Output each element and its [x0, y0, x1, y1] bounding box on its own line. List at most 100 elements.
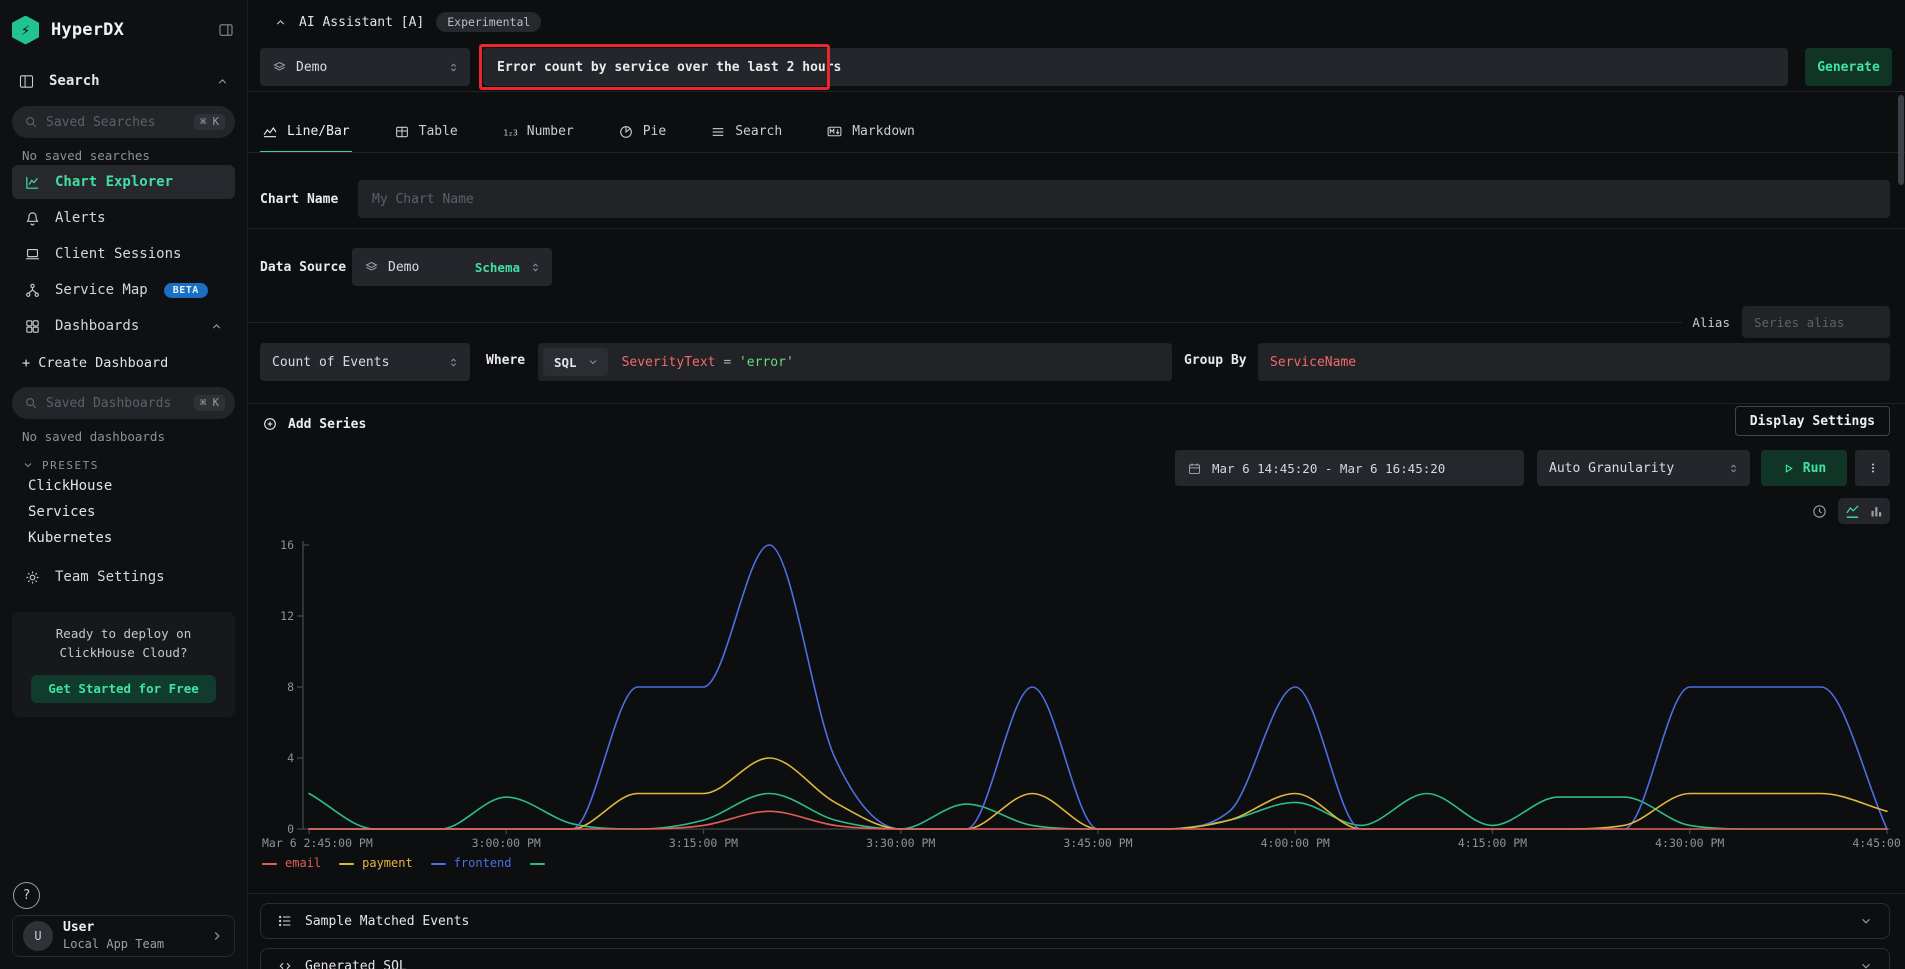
divider [248, 403, 1905, 404]
shortcut-badge: ⌘ K [194, 114, 225, 130]
svg-text:4:15:00 PM: 4:15:00 PM [1458, 836, 1527, 850]
get-started-button[interactable]: Get Started for Free [31, 675, 216, 703]
sidebar-collapse-icon[interactable] [217, 21, 235, 39]
chevron-down-icon [1859, 959, 1873, 969]
markdown-icon [826, 123, 843, 140]
main-content: AI Assistant [A] Experimental Demo Error… [248, 0, 1905, 969]
svg-text:12: 12 [280, 609, 294, 623]
hyperdx-app: ⚡ HyperDX Search ⌘ K No saved searches C… [0, 0, 1905, 969]
sidebar-item-alerts[interactable]: Alerts [12, 201, 235, 235]
legend-item-unnamed[interactable] [530, 856, 553, 870]
preset-clickhouse[interactable]: ClickHouse [28, 474, 235, 500]
tab-table[interactable]: Table [392, 112, 460, 153]
user-name: User [63, 920, 164, 936]
tab-search[interactable]: Search [708, 112, 784, 153]
svg-text:4:45:00 PM: 4:45:00 PM [1852, 836, 1905, 850]
list-icon [710, 124, 726, 140]
granularity-select[interactable]: Auto Granularity [1537, 450, 1750, 486]
line-chart-icon [262, 124, 278, 140]
sidebar-item-service-map[interactable]: Service Map BETA [12, 273, 235, 307]
sql-language-select[interactable]: SQL [543, 348, 608, 376]
run-button[interactable]: Run [1761, 450, 1847, 486]
chart-name-input[interactable] [358, 180, 1890, 218]
divider [248, 893, 1905, 894]
line-chart-toggle-icon[interactable] [1844, 502, 1861, 521]
svg-text:1₂3: 1₂3 [503, 128, 518, 137]
clickhouse-cloud-promo: Ready to deploy on ClickHouse Cloud? Get… [12, 612, 235, 717]
data-source-label: Data Source [260, 260, 352, 275]
play-icon [1782, 462, 1795, 475]
series-alias-input[interactable] [1742, 306, 1890, 338]
timeseries-chart[interactable]: 0481216Mar 6 2:45:00 PM3:00:00 PM3:15:00… [248, 530, 1905, 880]
legend-label: email [285, 856, 321, 870]
saved-dashboards-field[interactable] [46, 396, 194, 411]
list-details-icon [277, 913, 293, 929]
dots-vertical-icon [1866, 460, 1880, 476]
saved-searches-field[interactable] [46, 115, 194, 130]
tab-markdown[interactable]: Markdown [824, 112, 917, 153]
sidebar-item-client-sessions[interactable]: Client Sessions [12, 237, 235, 271]
sample-matched-events-panel[interactable]: Sample Matched Events [260, 903, 1890, 939]
svg-text:3:45:00 PM: 3:45:00 PM [1063, 836, 1132, 850]
group-by-input[interactable]: ServiceName [1258, 343, 1890, 381]
divider [248, 91, 1905, 92]
pie-chart-icon [618, 124, 634, 140]
tab-line-bar[interactable]: Line/Bar [260, 112, 352, 153]
layers-icon [364, 260, 379, 275]
number-icon: 1₂3 [502, 124, 518, 140]
create-dashboard-button[interactable]: + Create Dashboard [22, 355, 235, 377]
divider [248, 228, 1905, 229]
ai-source-select[interactable]: Demo [260, 48, 470, 86]
chevron-down-icon [1859, 914, 1873, 928]
layers-icon [272, 60, 287, 75]
line-bar-toggle[interactable] [1838, 498, 1890, 524]
saved-searches-input[interactable]: ⌘ K [12, 106, 235, 138]
help-button[interactable]: ? [13, 882, 40, 909]
preset-kubernetes[interactable]: Kubernetes [28, 526, 235, 552]
tab-pie[interactable]: Pie [616, 112, 668, 153]
chevron-up-icon [216, 75, 229, 88]
sidebar-item-chart-explorer[interactable]: Chart Explorer [12, 165, 235, 199]
sidebar-section-search[interactable]: Search [12, 66, 235, 96]
legend-label: frontend [454, 856, 512, 870]
chevron-updown-icon [1727, 462, 1740, 475]
ai-assistant-header[interactable]: AI Assistant [A] Experimental [274, 10, 541, 34]
tab-number[interactable]: 1₂3 Number [500, 112, 576, 153]
ai-prompt-input[interactable]: Error count by service over the last 2 h… [483, 48, 1788, 86]
sidebar-item-dashboards[interactable]: Dashboards [12, 309, 235, 343]
chevron-down-icon [22, 459, 34, 471]
aggregation-select[interactable]: Count of Events [260, 343, 470, 381]
display-settings-button[interactable]: Display Settings [1735, 406, 1890, 436]
data-source-row: Data Source Demo Schema [260, 248, 552, 286]
time-range-input[interactable]: Mar 6 14:45:20 - Mar 6 16:45:20 [1175, 450, 1524, 486]
legend-item-frontend[interactable]: frontend [431, 856, 512, 870]
preset-services[interactable]: Services [28, 500, 235, 526]
data-source-select[interactable]: Demo Schema [352, 248, 552, 286]
series-line-unnamed [309, 794, 1887, 830]
series-line-payment [309, 758, 1887, 829]
chart-legend: email payment frontend [262, 856, 553, 870]
ai-prompt-row: Demo Error count by service over the las… [248, 48, 1905, 86]
where-input[interactable]: SQL SeverityText = 'error' [538, 343, 1172, 381]
scrollbar-thumb[interactable] [1898, 95, 1904, 185]
legend-item-payment[interactable]: payment [339, 856, 413, 870]
user-menu[interactable]: U User Local App Team [12, 915, 235, 957]
saved-dashboards-input[interactable]: ⌘ K [12, 387, 235, 419]
bar-chart-toggle-icon[interactable] [1869, 504, 1884, 519]
more-options-button[interactable] [1855, 450, 1890, 486]
svg-text:4:00:00 PM: 4:00:00 PM [1261, 836, 1330, 850]
clock-icon[interactable] [1811, 503, 1828, 520]
schema-label: Schema [475, 260, 520, 275]
add-series-button[interactable]: Add Series [262, 412, 366, 436]
chart-type-tabs: Line/Bar Table 1₂3 Number Pie Search Mar… [260, 112, 917, 153]
gear-icon [24, 569, 41, 586]
presets-section-header[interactable]: PRESETS [22, 456, 235, 474]
hyperdx-logo-icon: ⚡ [12, 16, 39, 45]
legend-item-email[interactable]: email [262, 856, 321, 870]
sidebar-item-team-settings[interactable]: Team Settings [12, 560, 235, 594]
generated-sql-panel[interactable]: Generated SQL [260, 948, 1890, 969]
chevron-updown-icon [447, 61, 460, 74]
service-map-icon [24, 282, 41, 299]
generate-button[interactable]: Generate [1805, 48, 1892, 86]
divider [248, 152, 1905, 153]
